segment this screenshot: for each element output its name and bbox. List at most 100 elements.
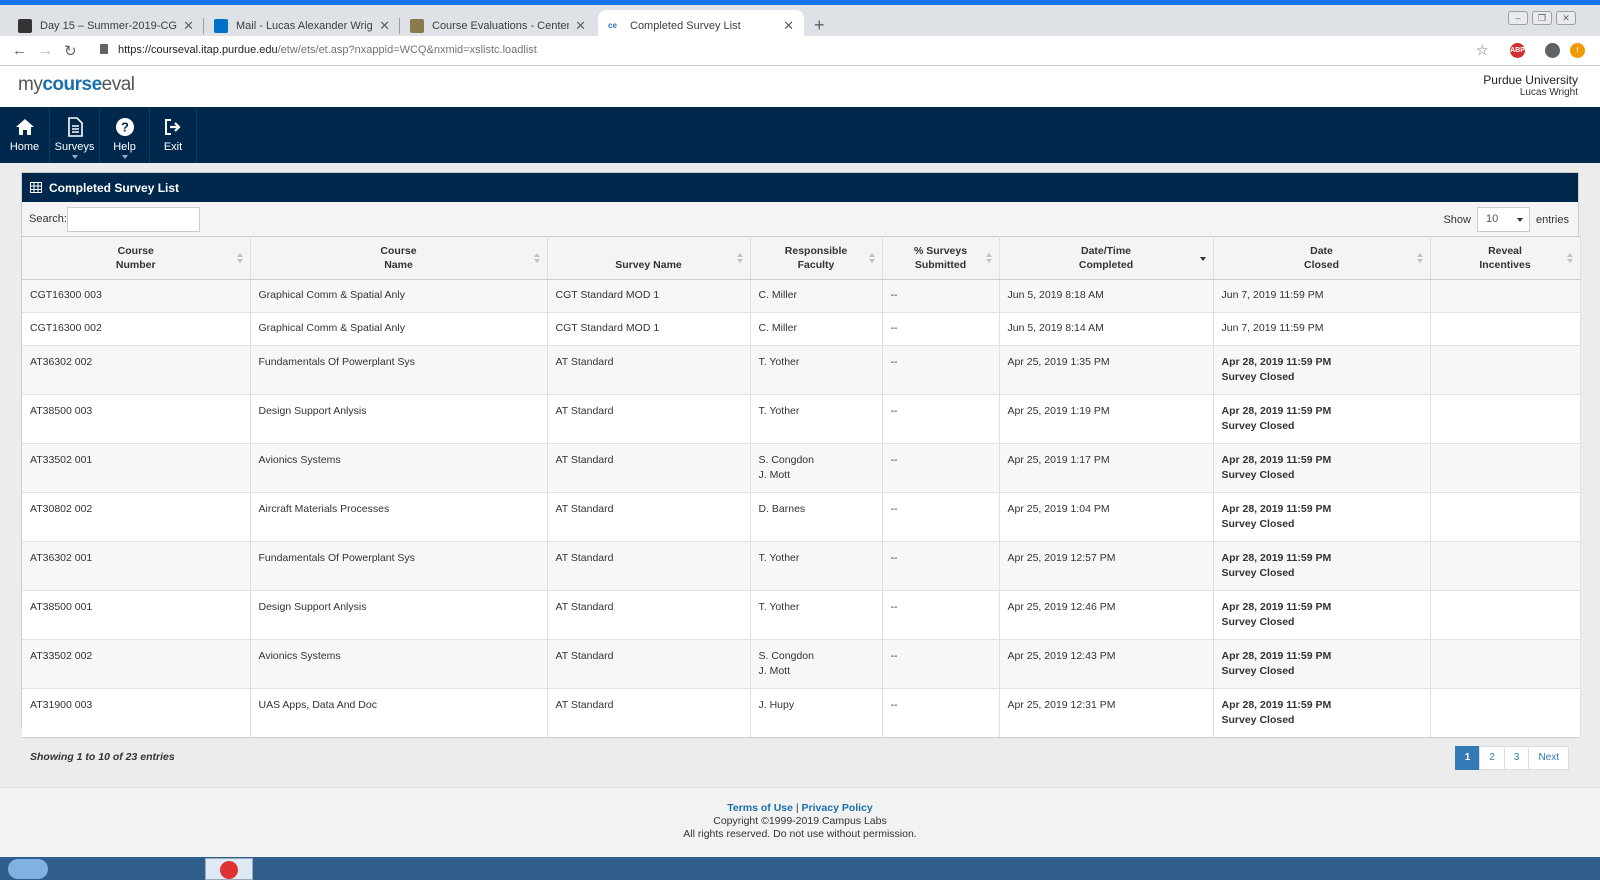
reload-icon[interactable]: ↻ (64, 42, 77, 60)
survey-closed-status: Survey Closed (1221, 665, 1295, 677)
cell-course-name: Graphical Comm & Spatial Anly (250, 279, 548, 313)
cell-faculty: T. Yother (750, 590, 883, 640)
table-row[interactable]: AT36302 002 Fundamentals Of Powerplant Sy… (22, 345, 1581, 395)
table-row[interactable]: AT31900 003 UAS Apps, Data And Doc AT Stan… (22, 688, 1581, 738)
url-field[interactable]: https://courseval.itap.purdue.edu/etw/et… (118, 44, 537, 56)
cell-course-name: Aircraft Materials Processes (250, 492, 548, 542)
address-bar: ← → ↻ https://courseval.itap.purdue.edu/… (0, 36, 1600, 66)
cell-faculty: T. Yother (750, 345, 883, 395)
page-3-button[interactable]: 3 (1503, 746, 1530, 770)
back-arrow-icon[interactable]: ← (12, 42, 27, 59)
table-row[interactable]: AT33502 002 Avionics Systems AT Standard S.… (22, 639, 1581, 689)
tab-close-icon[interactable]: ✕ (575, 18, 586, 34)
col-course-number[interactable]: Course Number (22, 236, 251, 280)
table-row[interactable]: AT36302 001 Fundamentals Of Powerplant Sy… (22, 541, 1581, 591)
cell-date-completed: Apr 25, 2019 12:46 PM (999, 590, 1214, 640)
cell-course-name: Avionics Systems (250, 443, 548, 493)
cell-pct-submitted: -- (882, 590, 1000, 640)
cell-pct-submitted: -- (882, 541, 1000, 591)
cell-date-completed: Apr 25, 2019 12:31 PM (999, 688, 1214, 738)
menu-alert-icon[interactable]: ! (1570, 43, 1585, 58)
page-2-button[interactable]: 2 (1479, 746, 1505, 770)
cell-reveal-incentives (1430, 394, 1581, 444)
cell-reveal-incentives (1430, 688, 1581, 738)
next-page-button[interactable]: Next (1528, 746, 1569, 770)
table-row[interactable]: AT33502 001 Avionics Systems AT Standard S.… (22, 443, 1581, 493)
document-icon (67, 117, 83, 137)
cell-faculty: S. Congdon J. Mott (750, 639, 883, 689)
taskbar-chrome-icon[interactable] (205, 858, 253, 880)
start-button[interactable] (8, 859, 48, 879)
cell-date-closed: Jun 7, 2019 11:59 PM (1213, 312, 1431, 346)
window-close-icon[interactable]: ✕ (1556, 11, 1576, 25)
entries-select[interactable]: 10 (1476, 207, 1530, 232)
cell-course-number: AT38500 001 (22, 590, 251, 640)
page-1-button[interactable]: 1 (1454, 746, 1481, 770)
col-pct-submitted[interactable]: % Surveys Submitted (882, 236, 1000, 280)
search-input[interactable] (67, 207, 200, 232)
pagination: 1 2 3 Next (1454, 746, 1569, 770)
maximize-icon[interactable]: ❐ (1532, 11, 1552, 25)
cell-reveal-incentives (1430, 312, 1581, 346)
table-row[interactable]: AT38500 001 Design Support Anlysis AT Stan… (22, 590, 1581, 640)
cell-date-closed: Jun 7, 2019 11:59 PM (1213, 279, 1431, 313)
cell-survey-name: CGT Standard MOD 1 (547, 312, 751, 346)
main-nav: Home Surveys ? Help Exit (0, 107, 1600, 163)
col-date-closed[interactable]: Date Closed (1213, 236, 1431, 280)
mycourseeval-logo[interactable]: mycourseeval (18, 74, 135, 96)
cell-course-name: UAS Apps, Data And Doc (250, 688, 548, 738)
table-row[interactable]: AT38500 003 Design Support Anlysis AT Stan… (22, 394, 1581, 444)
entries-label: entries (1535, 213, 1569, 226)
sort-icon (1416, 253, 1424, 263)
col-survey-name[interactable]: Survey Name (547, 236, 751, 280)
rights-text: All rights reserved. Do not use without … (683, 828, 917, 840)
terms-link[interactable]: Terms of Use (727, 802, 793, 814)
cell-faculty: J. Hupy (750, 688, 883, 738)
col-reveal-incentives[interactable]: Reveal Incentives (1430, 236, 1581, 280)
cell-date-completed: Apr 25, 2019 1:19 PM (999, 394, 1214, 444)
table-row[interactable]: CGT16300 002 Graphical Comm & Spatial Anl… (22, 312, 1581, 346)
col-responsible-faculty[interactable]: Responsible Faculty (750, 236, 883, 280)
page-length-control: Show 10 entries (1443, 207, 1569, 232)
cell-date-closed: Apr 28, 2019 11:59 PM Survey Closed (1213, 639, 1431, 689)
cell-course-number: AT33502 002 (22, 639, 251, 689)
sort-desc-icon (1199, 253, 1207, 263)
tab-close-icon[interactable]: ✕ (183, 18, 194, 34)
cell-survey-name: AT Standard (547, 590, 751, 640)
cell-faculty: T. Yother (750, 541, 883, 591)
copyright-text: Copyright ©1999-2019 Campus Labs (713, 815, 887, 827)
nav-help[interactable]: ? Help (100, 107, 150, 163)
cell-survey-name: AT Standard (547, 394, 751, 444)
privacy-link[interactable]: Privacy Policy (802, 802, 873, 814)
bookmark-star-icon[interactable]: ☆ (1476, 42, 1489, 59)
tab-close-icon[interactable]: ✕ (783, 18, 794, 34)
outlook-favicon-icon (214, 18, 228, 33)
table-row[interactable]: AT30802 002 Aircraft Materials Processes A… (22, 492, 1581, 542)
minimize-icon[interactable]: – (1508, 11, 1528, 25)
home-icon (15, 119, 34, 135)
sort-icon (1566, 253, 1574, 263)
nav-surveys[interactable]: Surveys (50, 107, 100, 163)
cell-pct-submitted: -- (882, 443, 1000, 493)
tab-close-icon[interactable]: ✕ (379, 18, 390, 34)
cell-survey-name: AT Standard (547, 541, 751, 591)
tab-title: Day 15 – Summer-2019-CGT-16… (40, 19, 177, 32)
col-date-completed[interactable]: Date/Time Completed (999, 236, 1214, 280)
nav-exit[interactable]: Exit (150, 107, 197, 163)
new-tab-icon[interactable]: + (814, 15, 825, 36)
cell-course-number: AT36302 002 (22, 345, 251, 395)
cell-survey-name: AT Standard (547, 492, 751, 542)
sort-icon (985, 253, 993, 263)
panel-header: Completed Survey List (22, 173, 1578, 202)
col-course-name[interactable]: Course Name (250, 236, 548, 280)
table-row[interactable]: CGT16300 003 Graphical Comm & Spatial Anl… (22, 279, 1581, 313)
cell-course-name: Graphical Comm & Spatial Anly (250, 312, 548, 346)
adblock-icon[interactable]: ABP (1510, 43, 1525, 58)
table-grid-icon (30, 182, 42, 193)
tab-title: Course Evaluations - Center for I… (432, 19, 570, 32)
purdue-favicon-icon (410, 18, 424, 33)
cell-faculty: S. Congdon J. Mott (750, 443, 883, 493)
profile-icon[interactable] (1545, 43, 1560, 58)
forward-arrow-icon[interactable]: → (38, 42, 53, 59)
nav-home[interactable]: Home (0, 107, 50, 163)
